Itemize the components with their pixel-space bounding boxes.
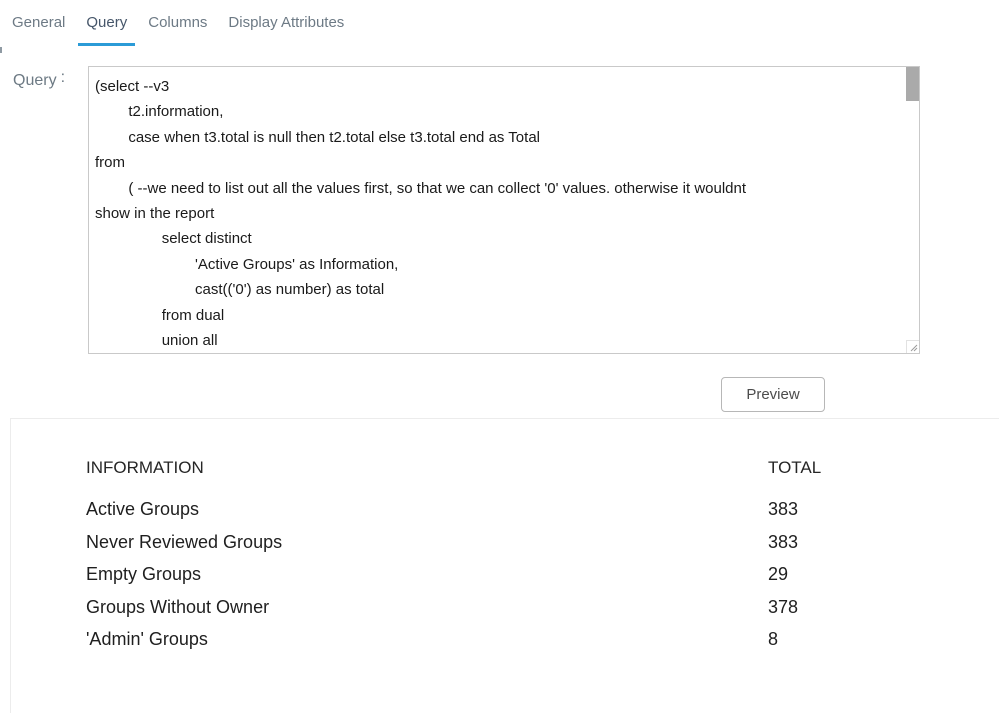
query-textarea-container: (select --v3 t2.information, case when t… [88, 66, 920, 354]
query-label-text: Query [13, 72, 57, 89]
table-row: 'Admin' Groups 8 [86, 624, 999, 657]
table-row: Active Groups 383 [86, 494, 999, 527]
row-total: 29 [768, 559, 788, 589]
query-field-label: Query: [13, 72, 65, 90]
table-row: Empty Groups 29 [86, 559, 999, 592]
tab-general[interactable]: General [4, 10, 73, 46]
row-total: 8 [768, 624, 778, 654]
column-header-information: INFORMATION [86, 455, 768, 481]
row-information: 'Admin' Groups [86, 624, 768, 654]
results-table: INFORMATION TOTAL Active Groups 383 Neve… [86, 455, 999, 657]
results-header-row: INFORMATION TOTAL [86, 455, 999, 494]
query-results-panel: INFORMATION TOTAL Active Groups 383 Neve… [10, 418, 999, 713]
table-row: Never Reviewed Groups 383 [86, 527, 999, 560]
row-total: 383 [768, 527, 798, 557]
textarea-scrollbar-thumb[interactable] [906, 67, 919, 101]
row-information: Never Reviewed Groups [86, 527, 768, 557]
column-header-total: TOTAL [768, 455, 821, 481]
resize-grip-icon [908, 342, 918, 352]
query-editor-screen: General Query Columns Display Attributes… [0, 0, 999, 713]
row-total: 378 [768, 592, 798, 622]
textarea-resize-handle[interactable] [906, 340, 919, 353]
tab-columns[interactable]: Columns [140, 10, 215, 46]
screen-edge-artifact [0, 47, 2, 53]
preview-button[interactable]: Preview [721, 377, 825, 412]
tab-query[interactable]: Query [78, 10, 135, 46]
tab-display-attributes[interactable]: Display Attributes [220, 10, 352, 46]
row-total: 383 [768, 494, 798, 524]
tab-bar: General Query Columns Display Attributes [4, 10, 352, 46]
row-information: Empty Groups [86, 559, 768, 589]
query-label-colon: : [61, 69, 65, 87]
row-information: Groups Without Owner [86, 592, 768, 622]
table-row: Groups Without Owner 378 [86, 592, 999, 625]
query-input[interactable]: (select --v3 t2.information, case when t… [88, 66, 920, 354]
row-information: Active Groups [86, 494, 768, 524]
